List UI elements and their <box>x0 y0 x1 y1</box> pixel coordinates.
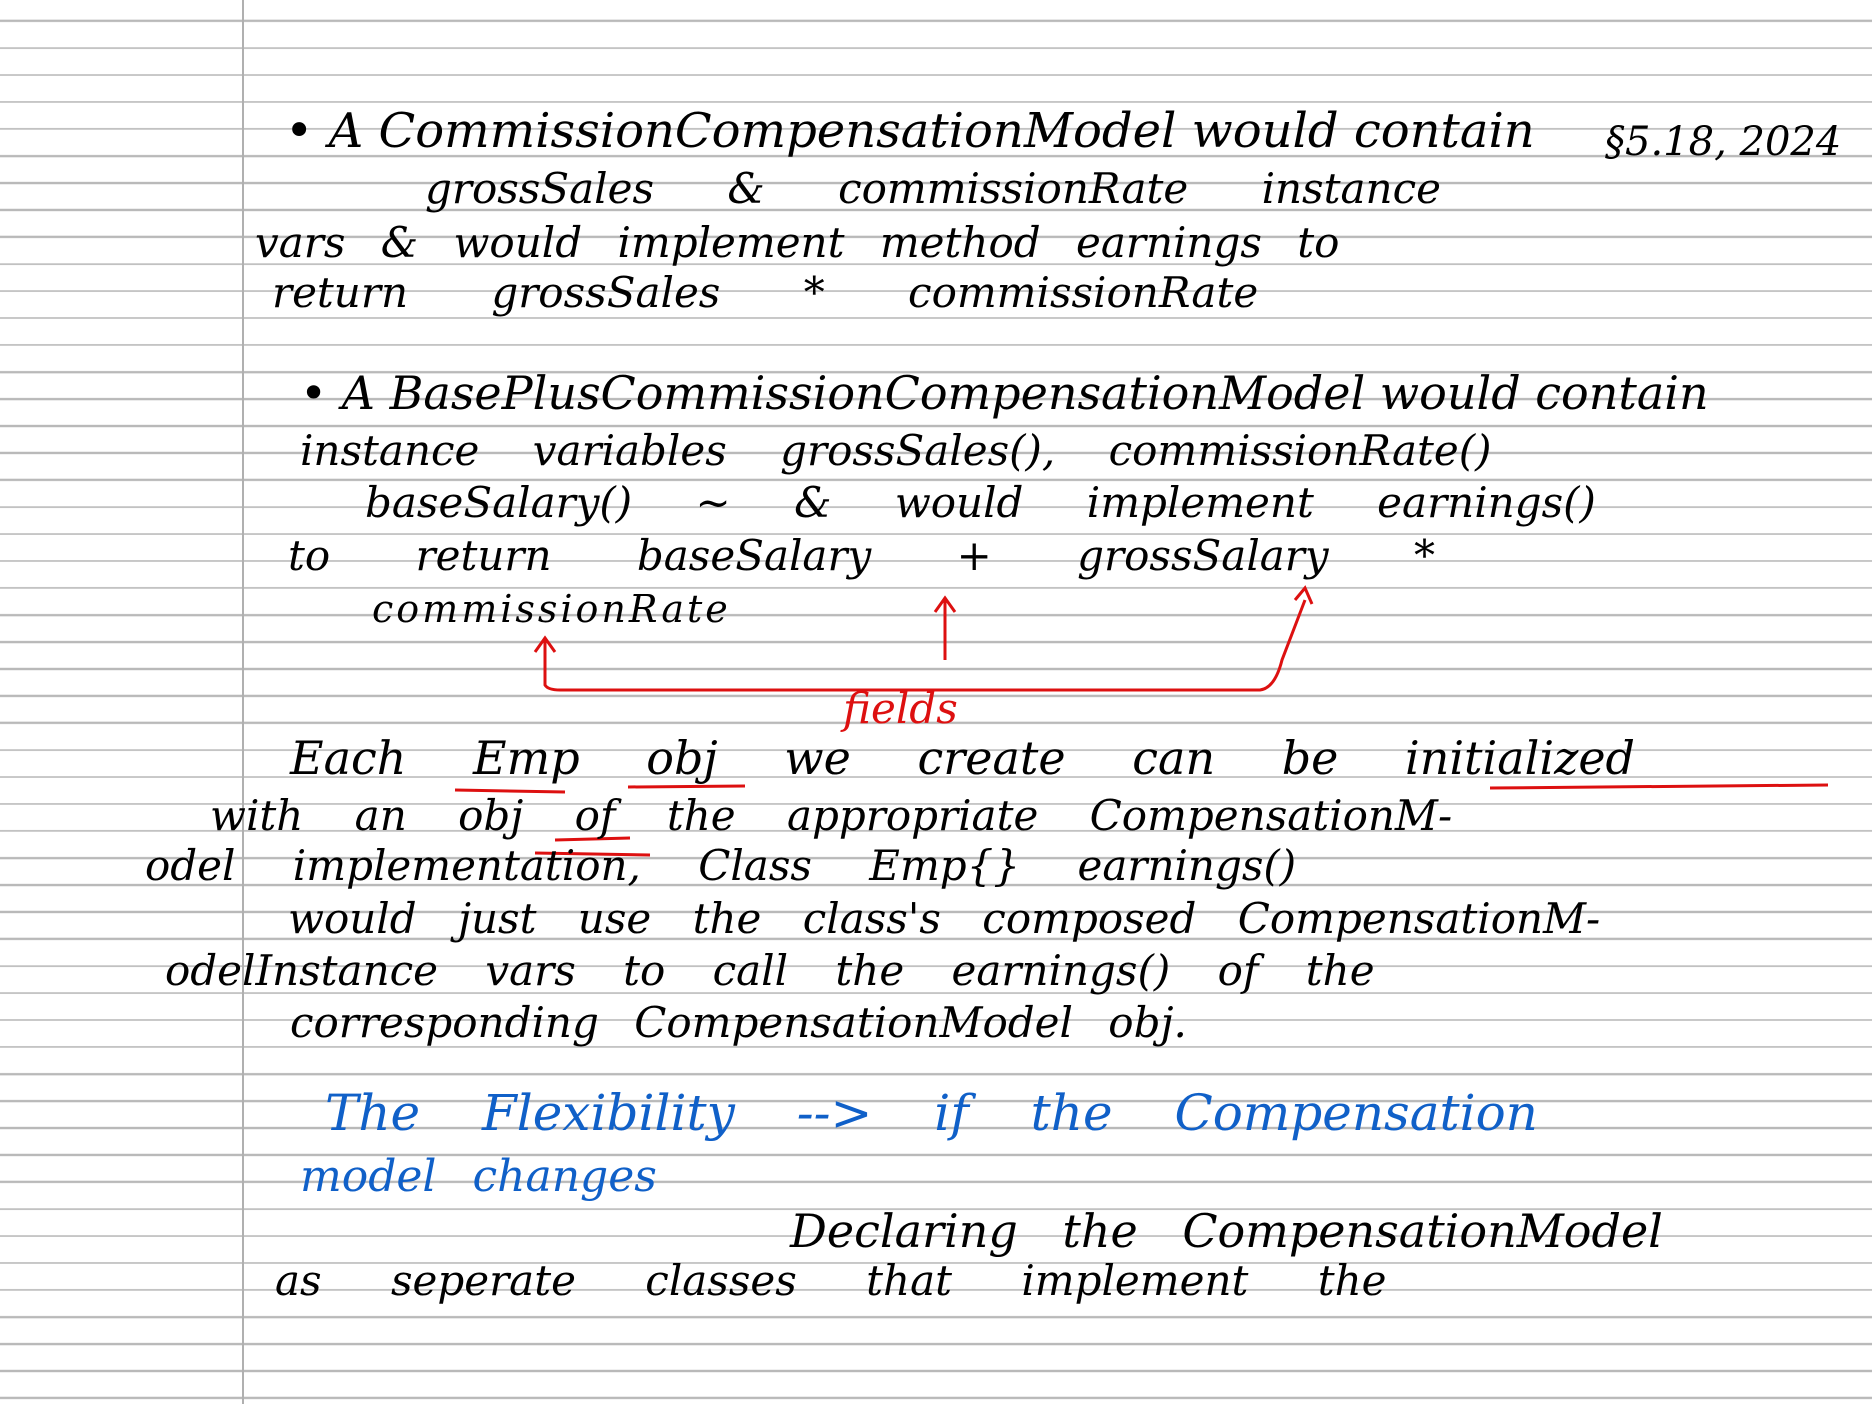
line-2: grossSales & commissionRate instance <box>425 164 1441 213</box>
line-8: to return baseSalary + grossSalary * <box>288 531 1435 580</box>
line-1: • A CommissionCompensationModel would co… <box>285 103 1535 159</box>
line-11: Each Emp obj we create can be initialize… <box>290 731 1635 785</box>
line-9: commissionRate <box>372 587 731 631</box>
blue-line-1: The Flexibility --> if the Compensation <box>325 1084 1538 1142</box>
fields-label: fields <box>843 684 958 733</box>
line-14: would just use the class's composed Comp… <box>288 894 1601 943</box>
line-4: return grossSales * commissionRate <box>272 268 1259 317</box>
blue-line-2: model changes <box>300 1151 657 1202</box>
margin-note: §5.18, 2024 <box>1605 119 1842 165</box>
line-7: baseSalary() ~ & would implement earning… <box>365 478 1596 527</box>
line-12: with an obj of the appropriate Compensat… <box>210 791 1453 840</box>
line-13: odel implementation, Class Emp{} earning… <box>145 841 1297 890</box>
line-6: instance variables grossSales(), commiss… <box>300 426 1492 475</box>
line-20: as seperate classes that implement the <box>275 1256 1387 1305</box>
line-16: corresponding CompensationModel obj. <box>290 998 1187 1047</box>
line-15: odelInstance vars to call the earnings()… <box>165 946 1375 995</box>
line-3: vars & would implement method earnings t… <box>255 218 1340 267</box>
underline-initialized <box>1489 783 1829 790</box>
line-19: Declaring the CompensationModel <box>790 1204 1663 1258</box>
line-5: • A BasePlusCommissionCompensationModel … <box>300 366 1709 420</box>
underline-obj <box>627 784 746 789</box>
notebook-page: §5.18, 2024 • A CommissionCompensationMo… <box>0 0 1872 1404</box>
